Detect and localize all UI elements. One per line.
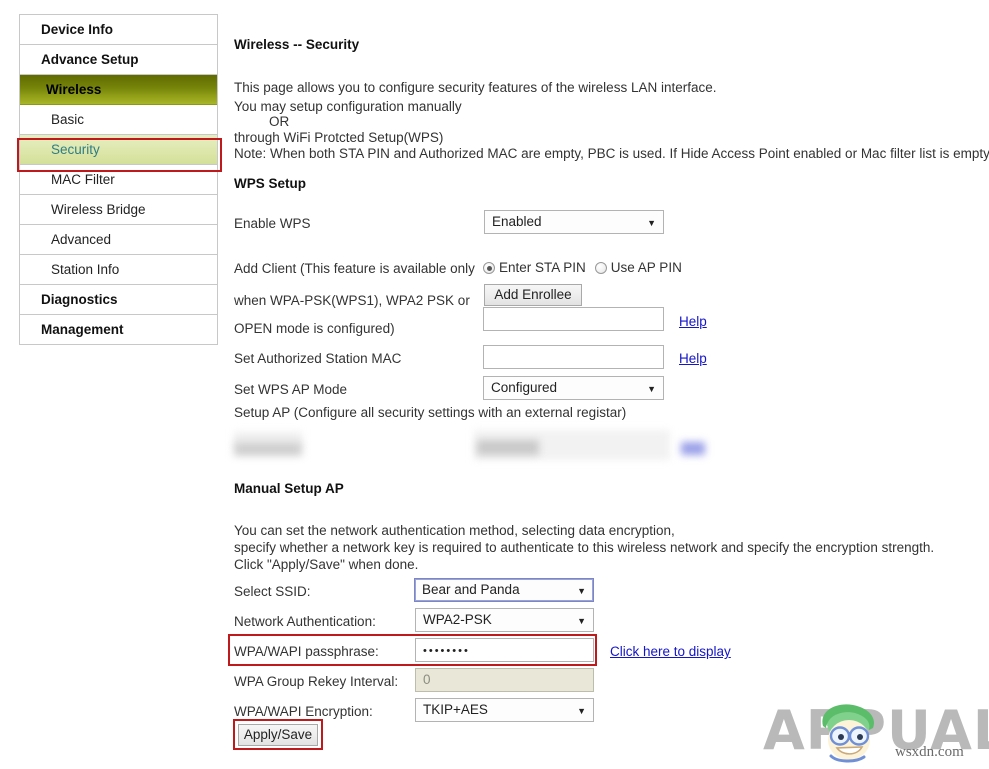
intro-note: Note: When both STA PIN and Authorized M… [234, 144, 989, 163]
sidebar-item-wireless[interactable]: Wireless [20, 75, 217, 105]
main-content: Wireless -- Security This page allows yo… [234, 0, 989, 769]
enable-wps-value: Enabled [492, 214, 542, 229]
network-authentication-label: Network Authentication: [234, 614, 376, 629]
passphrase-input[interactable]: •••••••• [415, 638, 594, 662]
sidebar-item-label: MAC Filter [51, 172, 115, 187]
wps-ap-mode-select[interactable]: Configured ▼ [483, 376, 664, 400]
sidebar-item-device-info[interactable]: Device Info [20, 15, 217, 45]
select-ssid-select[interactable]: Bear and Panda ▼ [414, 578, 594, 602]
select-ssid-value: Bear and Panda [422, 582, 520, 597]
add-client-line-1: Add Client (This feature is available on… [234, 261, 475, 276]
watermark-domain-text: wsxdn.com [895, 744, 964, 761]
sidebar-item-label: Station Info [51, 262, 119, 277]
sidebar-item-label: Wireless Bridge [51, 202, 146, 217]
apply-save-button[interactable]: Apply/Save [238, 724, 318, 746]
sidebar-item-label: Diagnostics [41, 292, 118, 307]
chevron-down-icon: ▼ [577, 609, 586, 632]
add-client-line-2: when WPA-PSK(WPS1), WPA2 PSK or [234, 293, 470, 308]
add-enrollee-button[interactable]: Add Enrollee [484, 284, 582, 306]
sidebar-item-diagnostics[interactable]: Diagnostics [20, 285, 217, 315]
manual-desc-line-3: Click "Apply/Save" when done. [234, 555, 418, 574]
add-client-line-3: OPEN mode is configured) [234, 321, 395, 336]
network-authentication-select[interactable]: WPA2-PSK ▼ [415, 608, 594, 632]
network-authentication-value: WPA2-PSK [423, 612, 492, 627]
sidebar-navigation: Device Info Advance Setup Wireless Basic… [19, 14, 218, 345]
authorized-station-mac-label: Set Authorized Station MAC [234, 351, 401, 366]
encryption-select[interactable]: TKIP+AES ▼ [415, 698, 594, 722]
show-passphrase-link[interactable]: Click here to display [610, 644, 731, 659]
sidebar-item-wireless-bridge[interactable]: Wireless Bridge [20, 195, 217, 225]
wps-ap-mode-value: Configured [491, 380, 557, 395]
sidebar-item-label: Wireless [46, 82, 101, 97]
sidebar-item-label: Advance Setup [41, 52, 139, 67]
setup-ap-note: Setup AP (Configure all security setting… [234, 405, 626, 420]
enable-wps-select[interactable]: Enabled ▼ [484, 210, 664, 234]
sta-pin-help-link[interactable]: Help [679, 314, 707, 329]
sidebar-item-label: Device Info [41, 22, 113, 37]
sidebar-item-advanced[interactable]: Advanced [20, 225, 217, 255]
sidebar-item-security[interactable]: Security [20, 135, 217, 165]
sidebar-item-management[interactable]: Management [20, 315, 217, 345]
authorized-station-mac-input[interactable] [483, 345, 664, 369]
radio-use-ap-pin-label: Use AP PIN [611, 260, 682, 275]
rekey-interval-label: WPA Group Rekey Interval: [234, 674, 398, 689]
page-title: Wireless -- Security [234, 37, 359, 52]
intro-line-1: This page allows you to configure securi… [234, 78, 717, 97]
rekey-interval-input: 0 [415, 668, 594, 692]
watermark: APPUALS wsxdn.com [763, 700, 989, 769]
pin-mode-radio-group: Enter STA PIN Use AP PIN [483, 260, 691, 275]
passphrase-label: WPA/WAPI passphrase: [234, 644, 379, 659]
select-ssid-label: Select SSID: [234, 584, 311, 599]
encryption-value: TKIP+AES [423, 702, 488, 717]
sidebar-item-label: Security [51, 142, 100, 157]
sidebar-item-advance-setup[interactable]: Advance Setup [20, 45, 217, 75]
authorized-station-mac-help-link[interactable]: Help [679, 351, 707, 366]
sta-pin-input[interactable] [483, 307, 664, 331]
radio-enter-sta-pin[interactable] [483, 262, 495, 274]
wps-setup-title: WPS Setup [234, 176, 306, 191]
sidebar-item-label: Basic [51, 112, 84, 127]
sidebar-item-label: Advanced [51, 232, 111, 247]
sidebar-item-basic[interactable]: Basic [20, 105, 217, 135]
sidebar-item-label: Management [41, 322, 124, 337]
chevron-down-icon: ▼ [647, 211, 656, 234]
manual-setup-ap-title: Manual Setup AP [234, 481, 344, 496]
encryption-label: WPA/WAPI Encryption: [234, 704, 373, 719]
sidebar-item-station-info[interactable]: Station Info [20, 255, 217, 285]
chevron-down-icon: ▼ [647, 377, 656, 400]
wps-ap-mode-label: Set WPS AP Mode [234, 382, 347, 397]
chevron-down-icon: ▼ [577, 579, 586, 602]
sidebar-item-mac-filter[interactable]: MAC Filter [20, 165, 217, 195]
enable-wps-label: Enable WPS [234, 216, 311, 231]
radio-use-ap-pin[interactable] [595, 262, 607, 274]
chevron-down-icon: ▼ [577, 699, 586, 722]
radio-enter-sta-pin-label: Enter STA PIN [499, 260, 586, 275]
mascot-icon [807, 700, 893, 766]
